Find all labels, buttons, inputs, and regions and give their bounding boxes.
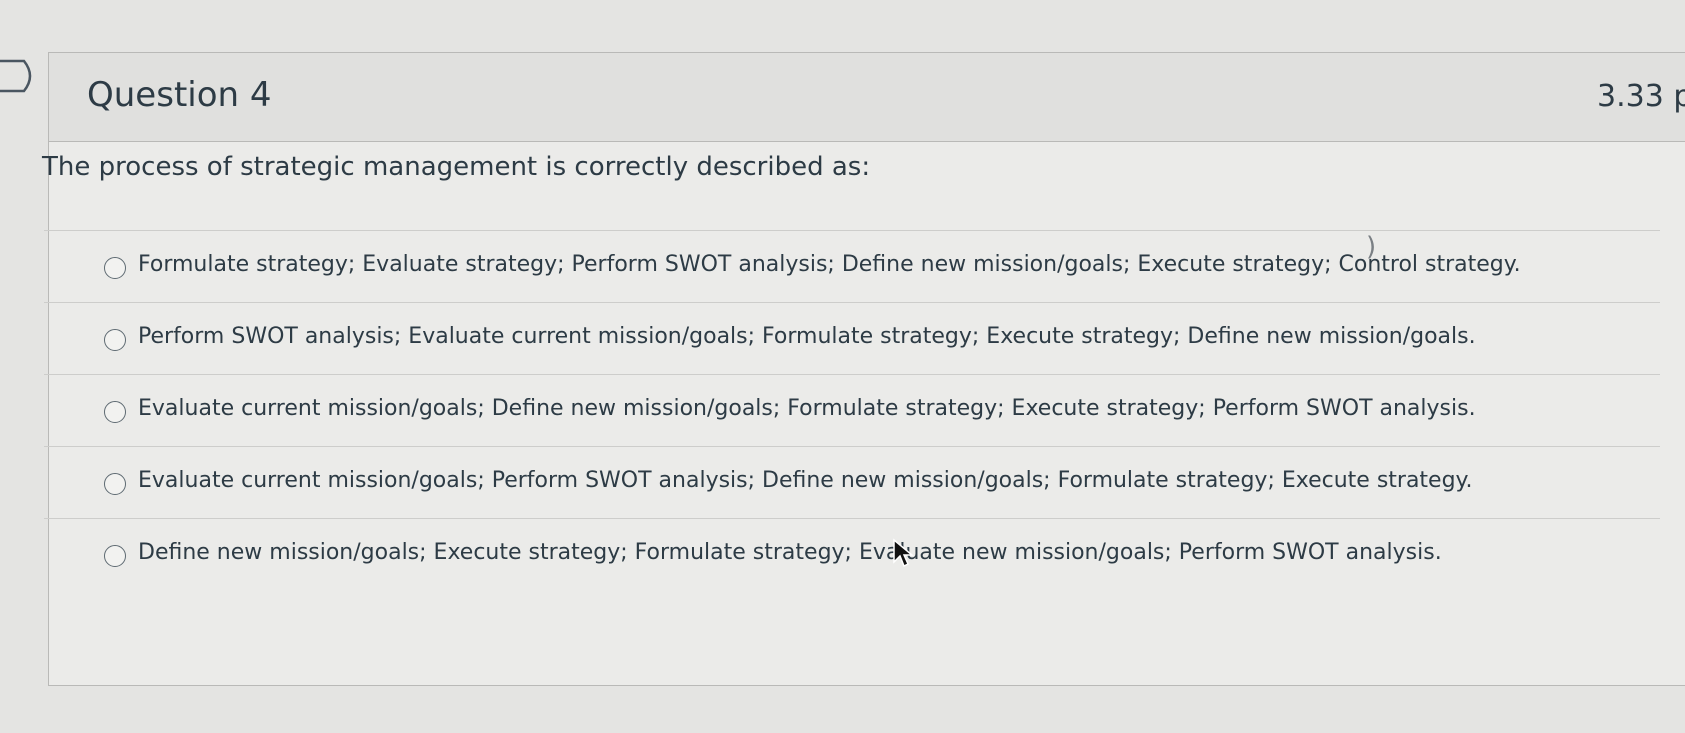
answer-list: Formulate strategy; Evaluate strategy; P… (44, 230, 1660, 590)
answer-label[interactable]: Define new mission/goals; Execute strate… (138, 537, 1442, 569)
answer-option[interactable]: Evaluate current mission/goals; Perform … (44, 446, 1660, 518)
question-text: The process of strategic management is c… (42, 152, 871, 182)
answer-label[interactable]: Formulate strategy; Evaluate strategy; P… (138, 249, 1521, 281)
radio-button[interactable] (104, 257, 126, 279)
question-title: Question 4 (87, 75, 272, 115)
quiz-page: Question 4 3.33 p The process of strateg… (0, 0, 1685, 733)
answer-option[interactable]: Evaluate current mission/goals; Define n… (44, 374, 1660, 446)
radio-button[interactable] (104, 473, 126, 495)
radio-button[interactable] (104, 545, 126, 567)
answer-label[interactable]: Perform SWOT analysis; Evaluate current … (138, 321, 1476, 353)
mouse-pointer-icon (893, 538, 914, 568)
question-points: 3.33 p (1597, 79, 1685, 114)
answer-label[interactable]: Evaluate current mission/goals; Perform … (138, 465, 1472, 497)
radio-button[interactable] (104, 401, 126, 423)
answer-option[interactable]: Formulate strategy; Evaluate strategy; P… (44, 230, 1660, 302)
answer-option[interactable]: Perform SWOT analysis; Evaluate current … (44, 302, 1660, 374)
question-header: Question 4 3.33 p (49, 53, 1685, 142)
answer-option[interactable]: Define new mission/goals; Execute strate… (44, 518, 1660, 590)
answer-label[interactable]: Evaluate current mission/goals; Define n… (138, 393, 1476, 425)
radio-button[interactable] (104, 329, 126, 351)
bookmark-flag-icon[interactable] (0, 58, 38, 94)
